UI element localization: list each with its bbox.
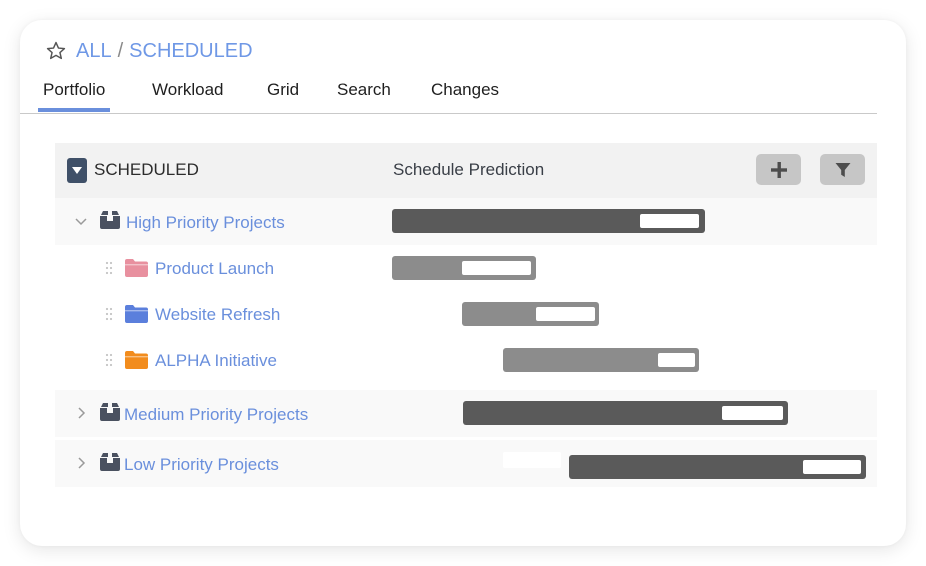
group-row-medium-priority[interactable]: Medium Priority Projects (55, 390, 877, 437)
collapse-toggle-icon[interactable] (67, 158, 87, 183)
group-label[interactable]: High Priority Projects (126, 213, 285, 233)
schedule-bar[interactable] (392, 209, 705, 233)
box-icon (100, 453, 120, 471)
grid-header: SCHEDULED Schedule Prediction (55, 143, 877, 198)
add-button[interactable] (756, 154, 801, 185)
drag-handle-icon[interactable] (105, 353, 113, 367)
project-label[interactable]: Product Launch (155, 259, 274, 279)
remaining-segment (657, 353, 695, 367)
drag-handle-icon[interactable] (105, 307, 113, 321)
breadcrumb: ALL / SCHEDULED (45, 37, 253, 65)
chevron-down-icon[interactable] (73, 213, 89, 229)
remaining-segment (535, 307, 595, 321)
tab-changes[interactable]: Changes (431, 80, 499, 100)
remaining-segment (803, 460, 861, 474)
grid-header-title: SCHEDULED (94, 160, 199, 179)
folder-icon (125, 351, 148, 369)
breadcrumb-root[interactable]: ALL (76, 40, 112, 63)
box-icon (100, 403, 120, 421)
tab-workload[interactable]: Workload (152, 80, 224, 100)
chevron-right-icon[interactable] (73, 455, 89, 471)
baseline-marker (503, 452, 562, 468)
tab-grid[interactable]: Grid (267, 80, 299, 100)
schedule-bar[interactable] (392, 256, 536, 280)
star-outline-icon[interactable] (45, 40, 67, 62)
tab-portfolio[interactable]: Portfolio (37, 80, 111, 112)
group-label[interactable]: Low Priority Projects (124, 455, 279, 475)
column-header-schedule-prediction: Schedule Prediction (393, 160, 545, 179)
project-label[interactable]: Website Refresh (155, 305, 280, 325)
schedule-bar[interactable] (462, 401, 789, 425)
group-row-high-priority[interactable]: High Priority Projects (55, 198, 877, 245)
group-label[interactable]: Medium Priority Projects (124, 405, 308, 425)
schedule-bar[interactable] (568, 455, 867, 479)
project-row-alpha-initiative[interactable]: ALPHA Initiative (55, 337, 877, 383)
project-row-product-launch[interactable]: Product Launch (55, 245, 877, 291)
filter-icon (835, 162, 850, 177)
project-label[interactable]: ALPHA Initiative (155, 351, 277, 371)
remaining-segment (640, 214, 700, 228)
drag-handle-icon[interactable] (105, 261, 113, 275)
chevron-right-icon[interactable] (73, 405, 89, 421)
remaining-segment (722, 406, 783, 420)
breadcrumb-current: SCHEDULED (129, 39, 253, 62)
box-icon (100, 211, 120, 229)
plus-icon (770, 161, 787, 178)
remaining-segment (461, 261, 532, 275)
group-row-low-priority[interactable]: Low Priority Projects (55, 440, 877, 487)
folder-icon (125, 259, 148, 277)
view-tabs: Portfolio Workload Grid Search Changes (20, 78, 877, 114)
filter-button[interactable] (820, 154, 865, 185)
schedule-bar[interactable] (461, 302, 600, 326)
folder-icon (125, 305, 148, 323)
breadcrumb-separator: / (117, 39, 124, 62)
tab-search[interactable]: Search (337, 80, 391, 100)
schedule-bar[interactable] (503, 348, 699, 372)
project-row-website-refresh[interactable]: Website Refresh (55, 291, 877, 337)
